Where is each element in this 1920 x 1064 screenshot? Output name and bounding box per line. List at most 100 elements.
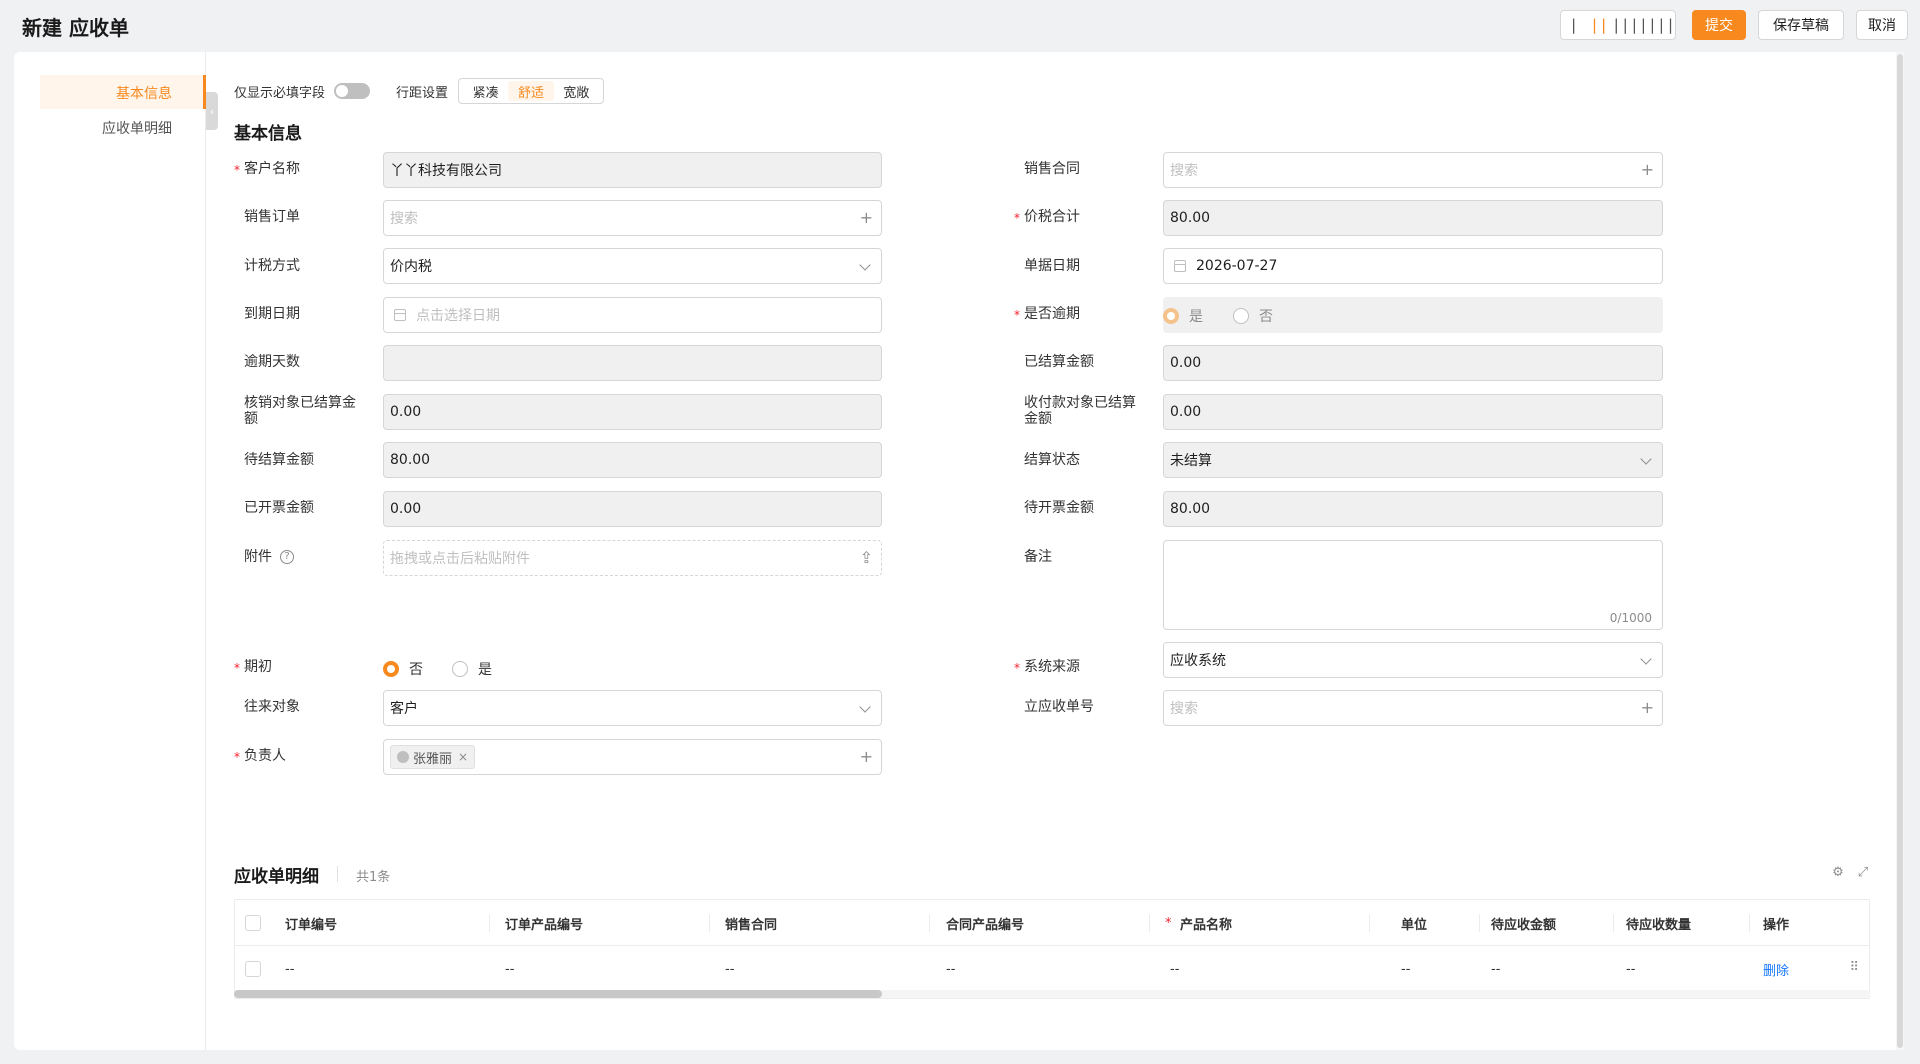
select-all-checkbox[interactable] [245,915,261,931]
detail-count: 共1条 [356,870,391,885]
add-owner-icon[interactable]: + [860,748,873,766]
col-action: 操作 [1763,917,1790,933]
column-settings-icon[interactable]: ⚙ [1831,865,1845,880]
customer-name-field[interactable]: 丫丫科技有限公司 [383,152,882,188]
fullscreen-icon[interactable]: ⤢ [1856,865,1870,880]
layout-2-column[interactable]: || [1586,11,1611,39]
remark-char-count: 0/1000 [1609,611,1652,625]
receivable-no-search[interactable]: 搜索 + [1163,690,1663,726]
density-compact[interactable]: 紧凑 [463,81,508,101]
col-order-no[interactable]: 订单编号 [285,900,337,946]
counterparty-select[interactable]: 客户 [383,690,882,726]
cell-unit[interactable]: -- [1401,946,1410,992]
column-resizer[interactable] [489,914,490,932]
pending-settle-field[interactable]: 80.00 [383,442,882,478]
column-layout-switch[interactable]: | || ||| |||| [1560,10,1676,40]
payment-settled-field[interactable]: 0.00 [1163,394,1663,430]
col-unit[interactable]: 单位 [1401,900,1427,946]
table-header: 订单编号 订单产品编号 销售合同 合同产品编号 * 产品名称 单位 待应收金额 … [235,900,1869,946]
layout-1-column[interactable]: | [1561,11,1586,39]
owner-picker[interactable]: 张雅丽 × + [383,739,882,775]
divider [337,866,338,882]
settled-amount-field[interactable]: 0.00 [1163,345,1663,381]
col-order-product-no[interactable]: 订单产品编号 [505,900,583,946]
opening-yes-label: 是 [478,662,492,678]
cancel-button[interactable]: 取消 [1856,10,1908,40]
counterparty-label: 往来对象 [244,699,300,715]
column-resizer[interactable] [1613,914,1614,932]
select-all-cell [245,900,261,946]
table-horizontal-scrollbar[interactable] [234,990,1870,998]
help-icon[interactable]: ? [280,550,294,564]
col-pending-amount[interactable]: 待应收金额 [1491,900,1556,946]
doc-date-label: 单据日期 [1024,258,1080,274]
col-sales-contract[interactable]: 销售合同 [725,900,777,946]
settle-status-label: 结算状态 [1024,452,1080,468]
attachment-placeholder: 拖拽或点击后粘贴附件 [390,551,530,567]
settle-status-select[interactable]: 未结算 [1163,442,1663,478]
cell-pending-amount[interactable]: -- [1491,946,1500,992]
cell-pending-qty[interactable]: -- [1626,946,1635,992]
cell-order-product-no[interactable]: -- [505,946,514,992]
settled-amount-value: 0.00 [1170,355,1202,371]
col-product-name[interactable]: 产品名称 [1180,900,1232,946]
sales-order-search[interactable]: 搜索 + [383,200,882,236]
pending-invoice-field[interactable]: 80.00 [1163,491,1663,527]
writeoff-settled-field[interactable]: 0.00 [383,394,882,430]
due-date-picker[interactable]: 点击选择日期 [383,297,882,333]
remark-textarea[interactable]: 0/1000 [1163,540,1663,630]
col-contract-product-no[interactable]: 合同产品编号 [946,900,1024,946]
delete-row-link[interactable]: 删除 [1763,946,1789,992]
nav-item-receivable-detail[interactable]: 应收单明细 [102,118,1892,138]
close-icon[interactable]: × [458,750,468,764]
is-overdue-yes-radio[interactable]: 是 [1163,306,1203,326]
density-comfortable[interactable]: 舒适 [508,81,554,101]
tax-method-select[interactable]: 价内税 [383,248,882,284]
table-scrollbar-thumb[interactable] [234,990,882,998]
nav-item-basic-info[interactable]: 基本信息 [116,83,1892,103]
page-scrollbar-thumb[interactable] [1897,54,1903,1048]
anchor-nav [14,52,206,1050]
writeoff-settled-value: 0.00 [390,404,422,420]
cell-sales-contract[interactable]: -- [725,946,734,992]
radio-dot [1233,308,1249,324]
cell-contract-product-no[interactable]: -- [946,946,955,992]
column-resizer[interactable] [1479,914,1480,932]
column-resizer[interactable] [1149,914,1150,932]
sales-contract-search[interactable]: 搜索 + [1163,152,1663,188]
column-resizer[interactable] [1749,914,1750,932]
radio-dot [1163,308,1179,324]
invoiced-amount-label: 已开票金额 [244,500,314,516]
column-resizer[interactable] [709,914,710,932]
due-date-label: 到期日期 [244,306,300,322]
opening-no-radio[interactable]: 否 [383,659,423,679]
add-sales-order-icon[interactable]: + [860,209,873,227]
attachment-upload[interactable]: 拖拽或点击后粘贴附件 ⇪ [383,540,882,576]
overdue-days-field[interactable] [383,345,882,381]
doc-date-picker[interactable]: 2026-07-27 [1163,248,1663,284]
add-sales-contract-icon[interactable]: + [1641,161,1654,179]
collapse-nav-icon[interactable]: ‹ [206,92,218,130]
calendar-icon [394,309,406,321]
add-receivable-no-icon[interactable]: + [1641,699,1654,717]
save-draft-button[interactable]: 保存草稿 [1758,10,1844,40]
row-spacing-selector[interactable]: 紧凑 舒适 宽敞 [458,78,604,104]
drag-handle-icon[interactable]: ⠿ [1849,960,1859,975]
invoiced-amount-field[interactable]: 0.00 [383,491,882,527]
cell-product-name[interactable]: -- [1170,946,1179,992]
density-loose[interactable]: 宽敞 [554,81,599,101]
layout-4-column[interactable]: |||| [1639,11,1675,39]
cell-order-no[interactable]: -- [285,946,294,992]
required-only-toggle[interactable] [334,83,370,99]
col-pending-qty[interactable]: 待应收数量 [1626,900,1691,946]
layout-3-column[interactable]: ||| [1612,11,1639,39]
upload-icon[interactable]: ⇪ [860,549,873,567]
row-checkbox[interactable] [245,961,261,977]
is-overdue-no-radio[interactable]: 否 [1233,306,1273,326]
opening-yes-radio[interactable]: 是 [452,659,492,679]
total-with-tax-field[interactable]: 80.00 [1163,200,1663,236]
column-resizer[interactable] [1369,914,1370,932]
submit-button[interactable]: 提交 [1692,10,1746,40]
column-resizer[interactable] [929,914,930,932]
system-source-select[interactable]: 应收系统 [1163,642,1663,678]
